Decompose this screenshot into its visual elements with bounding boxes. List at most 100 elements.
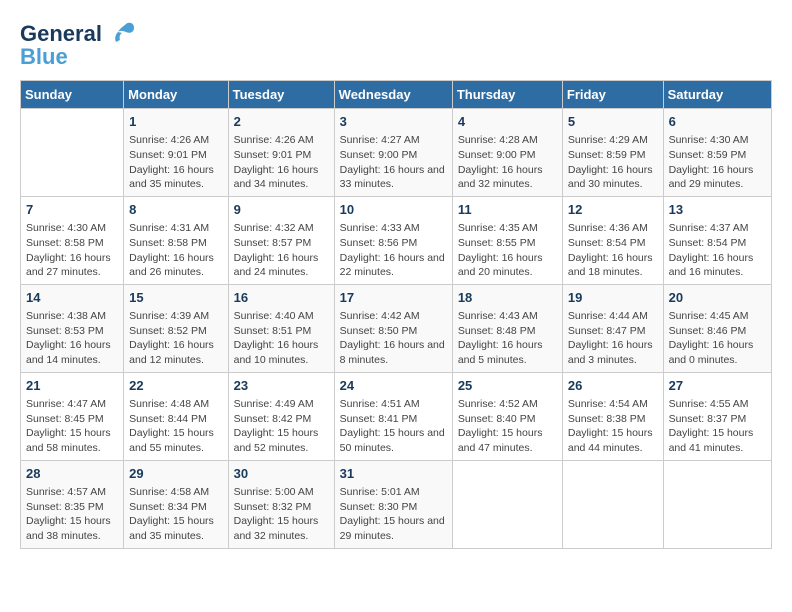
calendar-cell: 3 Sunrise: 4:27 AM Sunset: 9:00 PM Daylig… [334,109,452,197]
day-info: Sunrise: 4:37 AM Sunset: 8:54 PM Dayligh… [669,221,766,280]
logo-blue-text: Blue [20,44,68,70]
calendar-cell: 17 Sunrise: 4:42 AM Sunset: 8:50 PM Dayli… [334,284,452,372]
day-number: 20 [669,289,766,307]
day-number: 1 [129,113,222,131]
day-info: Sunrise: 4:30 AM Sunset: 8:58 PM Dayligh… [26,221,118,280]
day-info: Sunrise: 4:39 AM Sunset: 8:52 PM Dayligh… [129,309,222,368]
day-number: 29 [129,465,222,483]
day-info: Sunrise: 4:36 AM Sunset: 8:54 PM Dayligh… [568,221,658,280]
day-number: 4 [458,113,557,131]
calendar-cell: 10Sunrise: 4:33 AM Sunset: 8:56 PM Dayli… [334,196,452,284]
day-info: Sunrise: 4:29 AM Sunset: 8:59 PM Dayligh… [568,133,658,192]
day-info: Sunrise: 4:51 AM Sunset: 8:41 PM Dayligh… [340,397,447,456]
calendar-cell: 4 Sunrise: 4:28 AM Sunset: 9:00 PM Daylig… [452,109,562,197]
day-number: 21 [26,377,118,395]
day-info: Sunrise: 4:55 AM Sunset: 8:37 PM Dayligh… [669,397,766,456]
weekday-header-sunday: Sunday [21,81,124,109]
calendar-cell: 23Sunrise: 4:49 AM Sunset: 8:42 PM Dayli… [228,372,334,460]
calendar-week-row: 14 Sunrise: 4:38 AM Sunset: 8:53 PM Dayli… [21,284,772,372]
day-info: Sunrise: 4:49 AM Sunset: 8:42 PM Dayligh… [234,397,329,456]
day-number: 27 [669,377,766,395]
weekday-header-monday: Monday [124,81,228,109]
day-number: 31 [340,465,447,483]
calendar-week-row: 7 Sunrise: 4:30 AM Sunset: 8:58 PM Daylig… [21,196,772,284]
calendar-header-row: SundayMondayTuesdayWednesdayThursdayFrid… [21,81,772,109]
day-number: 7 [26,201,118,219]
day-number: 3 [340,113,447,131]
day-number: 15 [129,289,222,307]
day-info: Sunrise: 4:38 AM Sunset: 8:53 PM Dayligh… [26,309,118,368]
calendar-week-row: 21 Sunrise: 4:47 AM Sunset: 8:45 PM Dayli… [21,372,772,460]
calendar-cell: 11 Sunrise: 4:35 AM Sunset: 8:55 PM Dayli… [452,196,562,284]
calendar-cell [663,460,771,548]
day-info: Sunrise: 4:54 AM Sunset: 8:38 PM Dayligh… [568,397,658,456]
day-info: Sunrise: 4:32 AM Sunset: 8:57 PM Dayligh… [234,221,329,280]
calendar-cell: 28Sunrise: 4:57 AM Sunset: 8:35 PM Dayli… [21,460,124,548]
day-number: 25 [458,377,557,395]
calendar-cell: 20Sunrise: 4:45 AM Sunset: 8:46 PM Dayli… [663,284,771,372]
calendar-cell: 6 Sunrise: 4:30 AM Sunset: 8:59 PM Daylig… [663,109,771,197]
calendar-cell: 18Sunrise: 4:43 AM Sunset: 8:48 PM Dayli… [452,284,562,372]
day-info: Sunrise: 4:58 AM Sunset: 8:34 PM Dayligh… [129,485,222,544]
day-info: Sunrise: 4:26 AM Sunset: 9:01 PM Dayligh… [129,133,222,192]
day-number: 18 [458,289,557,307]
calendar-cell: 1 Sunrise: 4:26 AM Sunset: 9:01 PM Daylig… [124,109,228,197]
weekday-header-wednesday: Wednesday [334,81,452,109]
calendar-cell: 14 Sunrise: 4:38 AM Sunset: 8:53 PM Dayli… [21,284,124,372]
day-info: Sunrise: 4:27 AM Sunset: 9:00 PM Dayligh… [340,133,447,192]
calendar-cell [452,460,562,548]
day-info: Sunrise: 4:31 AM Sunset: 8:58 PM Dayligh… [129,221,222,280]
day-number: 2 [234,113,329,131]
calendar-table: SundayMondayTuesdayWednesdayThursdayFrid… [20,80,772,549]
calendar-cell: 2 Sunrise: 4:26 AM Sunset: 9:01 PM Daylig… [228,109,334,197]
calendar-cell: 24 Sunrise: 4:51 AM Sunset: 8:41 PM Dayli… [334,372,452,460]
day-number: 11 [458,201,557,219]
logo-bird-icon [106,20,136,48]
day-number: 24 [340,377,447,395]
calendar-week-row: 28Sunrise: 4:57 AM Sunset: 8:35 PM Dayli… [21,460,772,548]
day-number: 10 [340,201,447,219]
day-number: 16 [234,289,329,307]
calendar-cell: 16 Sunrise: 4:40 AM Sunset: 8:51 PM Dayli… [228,284,334,372]
day-number: 12 [568,201,658,219]
day-number: 8 [129,201,222,219]
logo: General Blue [20,20,136,70]
day-info: Sunrise: 4:57 AM Sunset: 8:35 PM Dayligh… [26,485,118,544]
day-info: Sunrise: 4:30 AM Sunset: 8:59 PM Dayligh… [669,133,766,192]
day-number: 14 [26,289,118,307]
calendar-cell: 12 Sunrise: 4:36 AM Sunset: 8:54 PM Dayli… [562,196,663,284]
calendar-cell [562,460,663,548]
calendar-cell [21,109,124,197]
weekday-header-saturday: Saturday [663,81,771,109]
day-number: 5 [568,113,658,131]
calendar-cell: 26 Sunrise: 4:54 AM Sunset: 8:38 PM Dayli… [562,372,663,460]
page-header: General Blue [20,20,772,70]
calendar-cell: 22 Sunrise: 4:48 AM Sunset: 8:44 PM Dayli… [124,372,228,460]
day-number: 17 [340,289,447,307]
day-info: Sunrise: 4:28 AM Sunset: 9:00 PM Dayligh… [458,133,557,192]
calendar-cell: 15 Sunrise: 4:39 AM Sunset: 8:52 PM Dayli… [124,284,228,372]
day-info: Sunrise: 4:44 AM Sunset: 8:47 PM Dayligh… [568,309,658,368]
day-info: Sunrise: 4:26 AM Sunset: 9:01 PM Dayligh… [234,133,329,192]
weekday-header-friday: Friday [562,81,663,109]
day-number: 9 [234,201,329,219]
day-info: Sunrise: 4:35 AM Sunset: 8:55 PM Dayligh… [458,221,557,280]
day-info: Sunrise: 4:47 AM Sunset: 8:45 PM Dayligh… [26,397,118,456]
day-number: 30 [234,465,329,483]
day-info: Sunrise: 4:40 AM Sunset: 8:51 PM Dayligh… [234,309,329,368]
calendar-cell: 27 Sunrise: 4:55 AM Sunset: 8:37 PM Dayli… [663,372,771,460]
day-number: 26 [568,377,658,395]
day-info: Sunrise: 4:42 AM Sunset: 8:50 PM Dayligh… [340,309,447,368]
day-number: 22 [129,377,222,395]
calendar-cell: 30 Sunrise: 5:00 AM Sunset: 8:32 PM Dayli… [228,460,334,548]
day-number: 19 [568,289,658,307]
day-info: Sunrise: 5:00 AM Sunset: 8:32 PM Dayligh… [234,485,329,544]
calendar-cell: 9 Sunrise: 4:32 AM Sunset: 8:57 PM Daylig… [228,196,334,284]
day-number: 6 [669,113,766,131]
calendar-cell: 8 Sunrise: 4:31 AM Sunset: 8:58 PM Daylig… [124,196,228,284]
calendar-week-row: 1 Sunrise: 4:26 AM Sunset: 9:01 PM Daylig… [21,109,772,197]
day-number: 13 [669,201,766,219]
weekday-header-thursday: Thursday [452,81,562,109]
day-info: Sunrise: 4:48 AM Sunset: 8:44 PM Dayligh… [129,397,222,456]
day-info: Sunrise: 5:01 AM Sunset: 8:30 PM Dayligh… [340,485,447,544]
